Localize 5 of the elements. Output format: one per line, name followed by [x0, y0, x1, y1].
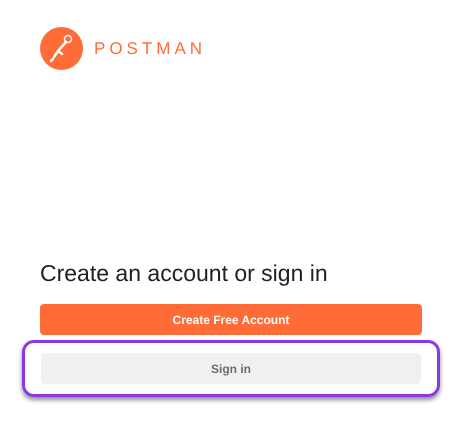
page-heading: Create an account or sign in [40, 260, 329, 287]
sign-in-button[interactable]: Sign in [41, 353, 421, 384]
create-account-button[interactable]: Create Free Account [40, 304, 422, 335]
postman-logo-icon [40, 27, 83, 70]
logo-wordmark: POSTMAN [94, 38, 206, 58]
